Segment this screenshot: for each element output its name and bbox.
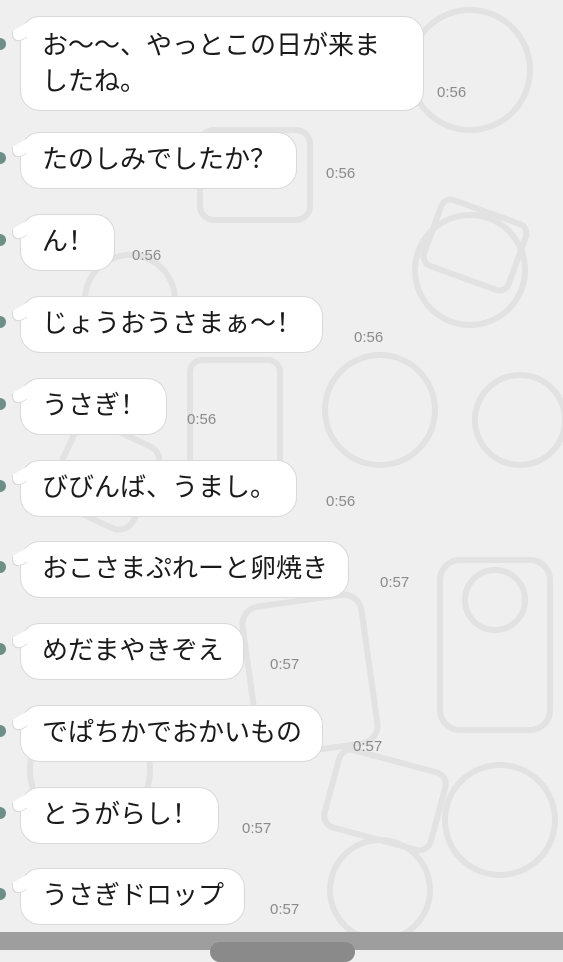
message-bubble[interactable]: ん！: [20, 214, 116, 271]
message-text: でぱちかでおかいもの: [42, 718, 303, 748]
message-text: うさぎドロップ: [42, 881, 225, 911]
avatar[interactable]: [0, 398, 6, 410]
message-time: 0:57: [242, 820, 272, 837]
avatar[interactable]: [0, 316, 6, 328]
message-time: 0:57: [380, 574, 410, 591]
message-time: 0:56: [437, 84, 467, 101]
message-bubble[interactable]: じょうおうさまぁ〜！: [20, 296, 324, 353]
message-bubble[interactable]: たのしみでしたか？: [20, 132, 298, 189]
avatar[interactable]: [0, 38, 6, 50]
message-text: うさぎ！: [42, 391, 147, 421]
input-field-edge[interactable]: [210, 942, 355, 962]
message-text: びびんば、うまし。: [42, 473, 277, 503]
message-bubble[interactable]: びびんば、うまし。: [20, 460, 298, 517]
message-text: おこさまぷれーと卵焼き: [42, 554, 329, 584]
message-text: とうがらし！: [42, 800, 199, 830]
avatar[interactable]: [0, 807, 6, 819]
message-bubble[interactable]: とうがらし！: [20, 787, 220, 844]
message-bubble[interactable]: お〜〜、やっとこの日が来ましたね。: [20, 16, 424, 111]
avatar[interactable]: [0, 643, 6, 655]
avatar[interactable]: [0, 152, 6, 164]
message-time: 0:56: [354, 329, 384, 346]
avatar[interactable]: [0, 480, 6, 492]
message-time: 0:56: [326, 493, 356, 510]
chat-message-list[interactable]: お〜〜、やっとこの日が来ましたね。 0:56 たのしみでしたか？ 0:56 ん！…: [0, 0, 563, 932]
message-bubble[interactable]: うさぎ！: [20, 378, 168, 435]
avatar[interactable]: [0, 561, 6, 573]
message-text: めだまやきぞえ: [42, 636, 224, 666]
message-bubble[interactable]: でぱちかでおかいもの: [20, 705, 324, 762]
avatar[interactable]: [0, 888, 6, 900]
message-time: 0:57: [270, 656, 300, 673]
message-text: たのしみでしたか？: [42, 145, 277, 175]
input-bar-edge: [0, 932, 563, 962]
message-text: ん！: [42, 227, 95, 257]
message-text: お〜〜、やっとこの日が来ましたね。: [42, 31, 381, 97]
message-time: 0:57: [270, 901, 300, 918]
avatar[interactable]: [0, 725, 6, 737]
message-bubble[interactable]: うさぎドロップ: [20, 868, 246, 925]
message-time: 0:57: [353, 738, 383, 755]
avatar[interactable]: [0, 234, 6, 246]
message-time: 0:56: [326, 165, 356, 182]
message-text: じょうおうさまぁ〜！: [42, 309, 303, 339]
message-time: 0:56: [187, 411, 217, 428]
message-bubble[interactable]: めだまやきぞえ: [20, 623, 245, 680]
message-time: 0:56: [132, 247, 162, 264]
message-bubble[interactable]: おこさまぷれーと卵焼き: [20, 541, 350, 598]
